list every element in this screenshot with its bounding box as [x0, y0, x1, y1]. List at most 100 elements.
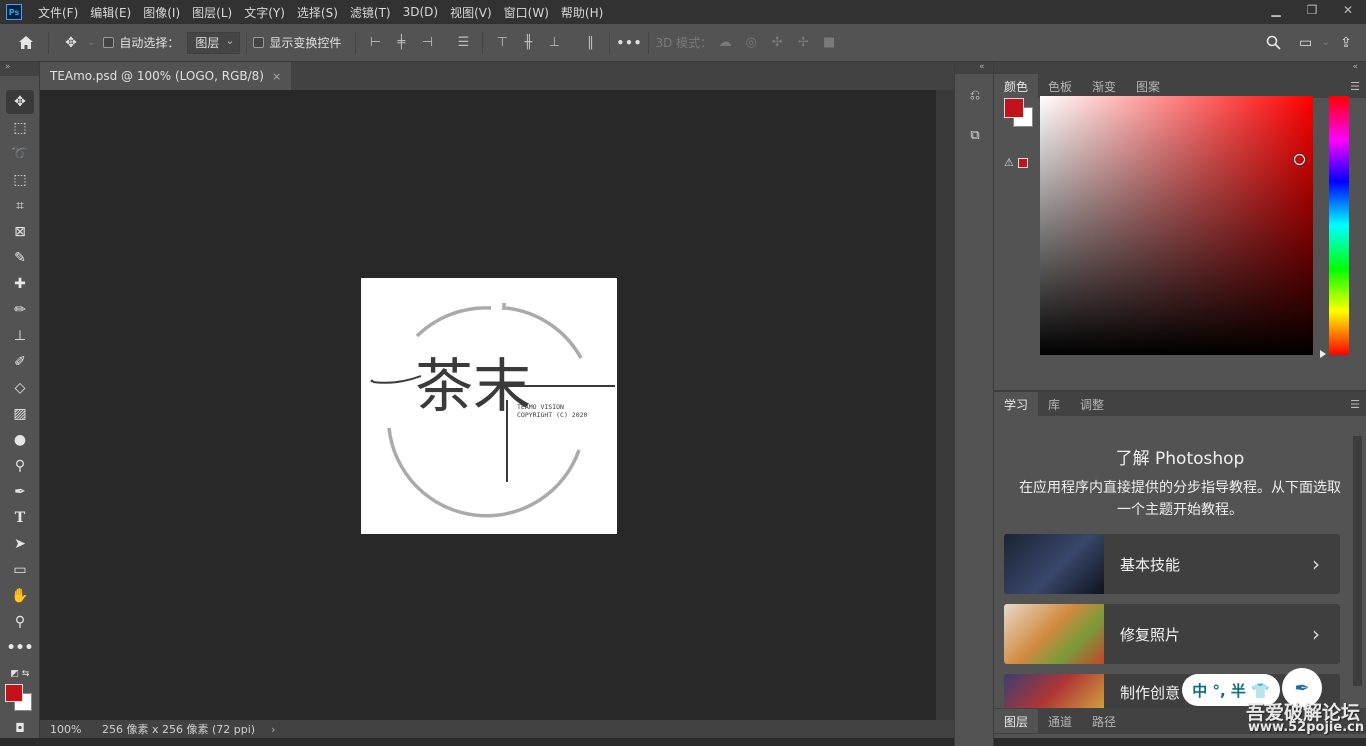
tab-swatches[interactable]: 色板: [1038, 74, 1082, 98]
tab-patterns[interactable]: 图案: [1126, 74, 1170, 98]
history-panel-icon[interactable]: ⎌: [964, 84, 986, 106]
blur-tool-icon[interactable]: ●: [6, 428, 34, 452]
menu-type[interactable]: 文字(Y): [238, 4, 291, 21]
orbit-3d-icon[interactable]: ☁: [716, 34, 734, 52]
dodge-tool-icon[interactable]: ⚲: [6, 454, 34, 478]
tab-color[interactable]: 颜色: [994, 74, 1039, 98]
tab-learn[interactable]: 学习: [994, 392, 1039, 416]
home-icon[interactable]: [14, 31, 38, 55]
move-tool-preset-icon[interactable]: ✥: [59, 31, 83, 55]
path-select-tool-icon[interactable]: ➤: [6, 532, 34, 556]
type-tool-icon[interactable]: T: [6, 506, 34, 530]
share-icon[interactable]: ⇪: [1334, 31, 1358, 55]
rectangle-tool-icon[interactable]: ▭: [6, 558, 34, 582]
align-vcenter-icon[interactable]: ╫: [519, 34, 537, 52]
divider: [355, 31, 357, 54]
properties-panel-icon[interactable]: ⧉: [964, 124, 986, 146]
marquee-tool-icon[interactable]: ⬚: [6, 116, 34, 140]
distribute-icon[interactable]: ☰: [454, 34, 472, 52]
search-icon[interactable]: [1262, 31, 1286, 55]
taskbar-strip: [0, 738, 1366, 746]
zoom-level[interactable]: 100%: [40, 723, 90, 736]
canvas-vertical-scrollbar[interactable]: [936, 90, 954, 720]
slide-3d-icon[interactable]: ✢: [794, 34, 812, 52]
canvas-area[interactable]: 茶末 TEAMO VISION COPYRIGHT (C) 2020: [40, 90, 936, 720]
chevron-down-icon[interactable]: ⌄: [87, 37, 95, 48]
align-left-icon[interactable]: ⊢: [366, 34, 384, 52]
menu-window[interactable]: 窗口(W): [498, 4, 555, 21]
workspace-icon[interactable]: ▭: [1294, 31, 1318, 55]
menu-layer[interactable]: 图层(L): [186, 4, 238, 21]
document-tab[interactable]: TEAmo.psd @ 100% (LOGO, RGB/8) ×: [40, 62, 292, 90]
healing-brush-tool-icon[interactable]: ✚: [6, 272, 34, 296]
frame-tool-icon[interactable]: ⊠: [6, 220, 34, 244]
tab-libraries[interactable]: 库: [1038, 392, 1070, 416]
hand-tool-icon[interactable]: ✋: [6, 584, 34, 608]
menu-image[interactable]: 图像(I): [137, 4, 186, 21]
lasso-tool-icon[interactable]: ➰: [6, 142, 34, 166]
tab-adjustments[interactable]: 调整: [1070, 392, 1114, 416]
object-select-tool-icon[interactable]: ⬚: [6, 168, 34, 192]
align-top-icon[interactable]: ⊤: [493, 34, 511, 52]
history-brush-tool-icon[interactable]: ✐: [6, 350, 34, 374]
show-transform-checkbox[interactable]: [253, 37, 265, 48]
swap-colors-icon[interactable]: ◩ ⇆: [6, 662, 34, 686]
edit-toolbar-icon[interactable]: •••: [6, 636, 34, 660]
align-bottom-icon[interactable]: ⊥: [545, 34, 563, 52]
auto-select-dropdown[interactable]: 图层: [187, 31, 241, 54]
collapse-icon[interactable]: «: [994, 62, 1366, 74]
more-options-button[interactable]: •••: [616, 36, 642, 50]
close-window-button[interactable]: ✕: [1330, 0, 1366, 20]
color-picker-ring[interactable]: [1294, 154, 1305, 165]
menu-file[interactable]: 文件(F): [32, 4, 84, 21]
pen-tool-icon[interactable]: ✒: [6, 480, 34, 504]
tools-panel: » ✥ ⬚ ➰ ⬚ ⌗ ⊠ ✎ ✚ ✏ ⊥ ✐ ◇ ▨ ● ⚲ ✒ T ➤ ▭ …: [0, 62, 40, 746]
tab-gradients[interactable]: 渐变: [1082, 74, 1126, 98]
tutorial-card[interactable]: 基本技能 ›: [1004, 534, 1340, 594]
eraser-tool-icon[interactable]: ◇: [6, 376, 34, 400]
menu-help[interactable]: 帮助(H): [555, 4, 609, 21]
tutorial-card[interactable]: 修复照片 ›: [1004, 604, 1340, 664]
eyedropper-tool-icon[interactable]: ✎: [6, 246, 34, 270]
gamut-warning[interactable]: ⚠: [1004, 156, 1028, 169]
zoom-tool-icon[interactable]: ⚲: [6, 610, 34, 634]
panel-menu-icon[interactable]: ☰: [1350, 80, 1360, 93]
tab-channels[interactable]: 通道: [1038, 709, 1082, 733]
saturation-brightness-field[interactable]: [1040, 96, 1313, 355]
status-arrow-icon[interactable]: ›: [271, 723, 275, 736]
chevron-down-icon[interactable]: ⌄: [1322, 37, 1330, 48]
pan-3d-icon[interactable]: ✣: [768, 34, 786, 52]
menu-view[interactable]: 视图(V): [444, 4, 498, 21]
document-canvas[interactable]: 茶末 TEAMO VISION COPYRIGHT (C) 2020: [361, 278, 617, 534]
collapse-icon[interactable]: »: [0, 62, 39, 76]
quick-mask-icon[interactable]: ◘: [6, 716, 34, 740]
menu-filter[interactable]: 滤镜(T): [344, 4, 397, 21]
align-hcenter-icon[interactable]: ╪: [392, 34, 410, 52]
hue-slider[interactable]: [1329, 96, 1349, 355]
panel-menu-icon[interactable]: ☰: [1350, 398, 1360, 411]
tab-layers[interactable]: 图层: [994, 709, 1039, 733]
color-foreground-swatch[interactable]: [1004, 98, 1024, 118]
brush-tool-icon[interactable]: ✏: [6, 298, 34, 322]
close-tab-icon[interactable]: ×: [272, 70, 281, 83]
gradient-tool-icon[interactable]: ▨: [6, 402, 34, 426]
roll-3d-icon[interactable]: ◎: [742, 34, 760, 52]
menu-select[interactable]: 选择(S): [291, 4, 344, 21]
menu-3d[interactable]: 3D(D): [397, 5, 444, 19]
gamut-swatch[interactable]: [1017, 157, 1028, 168]
tab-paths[interactable]: 路径: [1082, 709, 1126, 733]
camera-3d-icon[interactable]: ■: [820, 34, 838, 52]
learn-panel-scrollbar[interactable]: [1353, 436, 1362, 686]
clone-stamp-tool-icon[interactable]: ⊥: [6, 324, 34, 348]
move-tool-icon[interactable]: ✥: [6, 90, 34, 114]
menu-edit[interactable]: 编辑(E): [84, 4, 137, 21]
hue-slider-handle[interactable]: [1320, 350, 1326, 358]
restore-button[interactable]: ❐: [1294, 0, 1330, 20]
auto-select-checkbox[interactable]: [103, 37, 115, 48]
minimize-button[interactable]: ▁: [1258, 0, 1294, 20]
crop-tool-icon[interactable]: ⌗: [6, 194, 34, 218]
distribute-vertical-icon[interactable]: ‖: [581, 34, 599, 52]
align-right-icon[interactable]: ⊣: [418, 34, 436, 52]
foreground-color-swatch[interactable]: [5, 684, 23, 702]
collapse-icon[interactable]: «: [955, 62, 993, 74]
